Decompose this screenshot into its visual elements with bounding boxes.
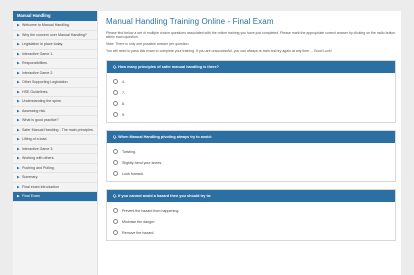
- sidebar-item-label: Interactive Game 2.: [22, 70, 54, 75]
- radio-button[interactable]: [113, 112, 118, 118]
- question-list: Q. How many principles of safer manual h…: [106, 60, 396, 242]
- sidebar-item-label: Other Supporting Legislation.: [22, 80, 69, 84]
- radio-button[interactable]: [113, 90, 118, 96]
- answer-options: Twisting. Slightly bend your knees. Look f…: [107, 143, 395, 181]
- sidebar-item[interactable]: ▶ HSE Guidelines.: [13, 88, 97, 97]
- sidebar-item-label: What is good practice?: [22, 118, 59, 122]
- sidebar-item[interactable]: ▶ Responsibilities.: [13, 59, 97, 69]
- sidebar-item-label: Legislation in place today.: [22, 42, 64, 46]
- sidebar-item-label: Summary.: [22, 175, 39, 179]
- answer-option[interactable]: Twisting.: [113, 146, 395, 157]
- sidebar-list: ▶ Welcome to Manual Handling. ▶ Why the con…: [13, 21, 97, 202]
- intro-paragraph: You will need to pass this exam to compl…: [106, 48, 332, 53]
- sidebar-item-label: Understanding the spine.: [22, 99, 62, 103]
- answer-label: Look forward.: [122, 171, 144, 176]
- question-text: Q. When Manual Handling pivoting always …: [107, 131, 395, 144]
- radio-button[interactable]: [113, 101, 118, 107]
- sidebar-item-label: Working with others.: [22, 156, 55, 160]
- sidebar-item[interactable]: ▶ Understanding the spine.: [13, 97, 97, 107]
- radio-button[interactable]: [113, 160, 118, 166]
- sidebar-item-label: Interactive Game 3.: [22, 146, 54, 151]
- sidebar-item-label: HSE Guidelines.: [22, 89, 49, 94]
- sidebar-item-label: Final exam introduction: [22, 184, 60, 189]
- sidebar-header: Manual Handling: [13, 11, 97, 21]
- sidebar-item-label: Interactive Game 1.: [22, 51, 54, 56]
- sidebar-item[interactable]: ▶ Working with others.: [13, 154, 97, 164]
- answer-option[interactable]: 8.: [113, 98, 395, 109]
- radio-button[interactable]: [113, 230, 118, 236]
- answer-label: 8.: [122, 101, 125, 106]
- answer-option[interactable]: 4.: [113, 76, 395, 87]
- answer-options: Prevent the hazard from happening. Minimi…: [107, 202, 395, 240]
- answer-label: Twisting.: [122, 149, 136, 154]
- main-content: Manual Handling Training Online - Final …: [106, 11, 396, 275]
- answer-option[interactable]: Minimise the danger.: [113, 216, 395, 227]
- question-block: Q. When Manual Handling pivoting always …: [106, 130, 396, 183]
- sidebar-item-label: Assessing risk.: [22, 108, 46, 113]
- page-frame: Manual Handling ▶ Welcome to Manual Handl…: [13, 11, 401, 275]
- answer-label: Minimise the danger.: [122, 219, 156, 224]
- radio-button[interactable]: [113, 149, 118, 155]
- sidebar-item-label: Pushing and Pulling.: [22, 165, 55, 170]
- intro-paragraph: Please find below a set of multiple choi…: [106, 31, 396, 40]
- answer-label: Remove the hazard.: [122, 230, 155, 235]
- sidebar-item[interactable]: ▶ Welcome to Manual Handling.: [13, 21, 97, 31]
- sidebar-item-label: Lifting of a load.: [22, 137, 48, 141]
- sidebar-item-label: Welcome to Manual Handling.: [22, 23, 70, 27]
- sidebar-item[interactable]: ▶ Lifting of a load.: [13, 135, 97, 145]
- sidebar-item[interactable]: ▶ Interactive Game 1.: [13, 50, 97, 59]
- radio-button[interactable]: [113, 79, 118, 85]
- sidebar-item-label: Responsibilities.: [22, 61, 48, 65]
- radio-button[interactable]: [113, 219, 118, 225]
- intro-text: Please find below a set of multiple choi…: [106, 31, 396, 53]
- answer-option[interactable]: Prevent the hazard from happening.: [113, 205, 395, 216]
- sidebar-item[interactable]: ▶ Pushing and Pulling.: [13, 164, 97, 173]
- sidebar: Manual Handling ▶ Welcome to Manual Handl…: [13, 11, 98, 275]
- answer-option[interactable]: Look forward.: [113, 168, 395, 179]
- sidebar-item[interactable]: ▶ Interactive Game 3.: [13, 145, 97, 154]
- answer-option[interactable]: Remove the hazard.: [113, 227, 395, 238]
- question-text: Q. How many principles of safer manual h…: [107, 61, 395, 74]
- answer-option[interactable]: 9.: [113, 109, 395, 120]
- sidebar-item[interactable]: ▶ Final exam introduction: [13, 183, 97, 192]
- sidebar-item[interactable]: ▶ Final Exam: [13, 192, 97, 202]
- sidebar-item[interactable]: ▶ Safer Manual Handling - The main princi…: [13, 126, 97, 135]
- answer-label: Slightly bend your knees.: [122, 160, 163, 165]
- sidebar-item-label: Safer Manual Handling - The main princip…: [22, 127, 94, 132]
- sidebar-item[interactable]: ▶ Summary.: [13, 173, 97, 183]
- answer-option[interactable]: Slightly bend your knees.: [113, 157, 395, 168]
- radio-button[interactable]: [113, 208, 118, 214]
- sidebar-item[interactable]: ▶ Interactive Game 2.: [13, 69, 97, 78]
- answer-options: 4. 7. 8. 9.: [107, 73, 395, 122]
- answer-label: Prevent the hazard from happening.: [122, 208, 180, 213]
- radio-button[interactable]: [113, 171, 118, 177]
- sidebar-item[interactable]: ▶ Legislation in place today.: [13, 40, 97, 50]
- intro-note: Note: There is only one possible answer …: [106, 42, 190, 47]
- sidebar-item[interactable]: ▶ Assessing risk.: [13, 107, 97, 116]
- answer-option[interactable]: 7.: [113, 87, 395, 98]
- sidebar-item[interactable]: ▶ Why the concern over Manual Handling?: [13, 31, 97, 40]
- question-text: Q. If you cannot avoid a hazard then you…: [107, 190, 395, 203]
- answer-label: 9.: [122, 112, 125, 117]
- question-block: Q. How many principles of safer manual h…: [106, 60, 396, 124]
- sidebar-item[interactable]: ▶ What is good practice?: [13, 116, 97, 126]
- sidebar-item-label: Final Exam: [22, 194, 40, 198]
- answer-label: 4.: [122, 79, 125, 84]
- answer-label: 7.: [122, 90, 125, 95]
- sidebar-item[interactable]: ▶ Other Supporting Legislation.: [13, 78, 97, 88]
- question-block: Q. If you cannot avoid a hazard then you…: [106, 189, 396, 242]
- page-title: Manual Handling Training Online - Final …: [106, 17, 274, 26]
- sidebar-item-label: Why the concern over Manual Handling?: [22, 32, 87, 37]
